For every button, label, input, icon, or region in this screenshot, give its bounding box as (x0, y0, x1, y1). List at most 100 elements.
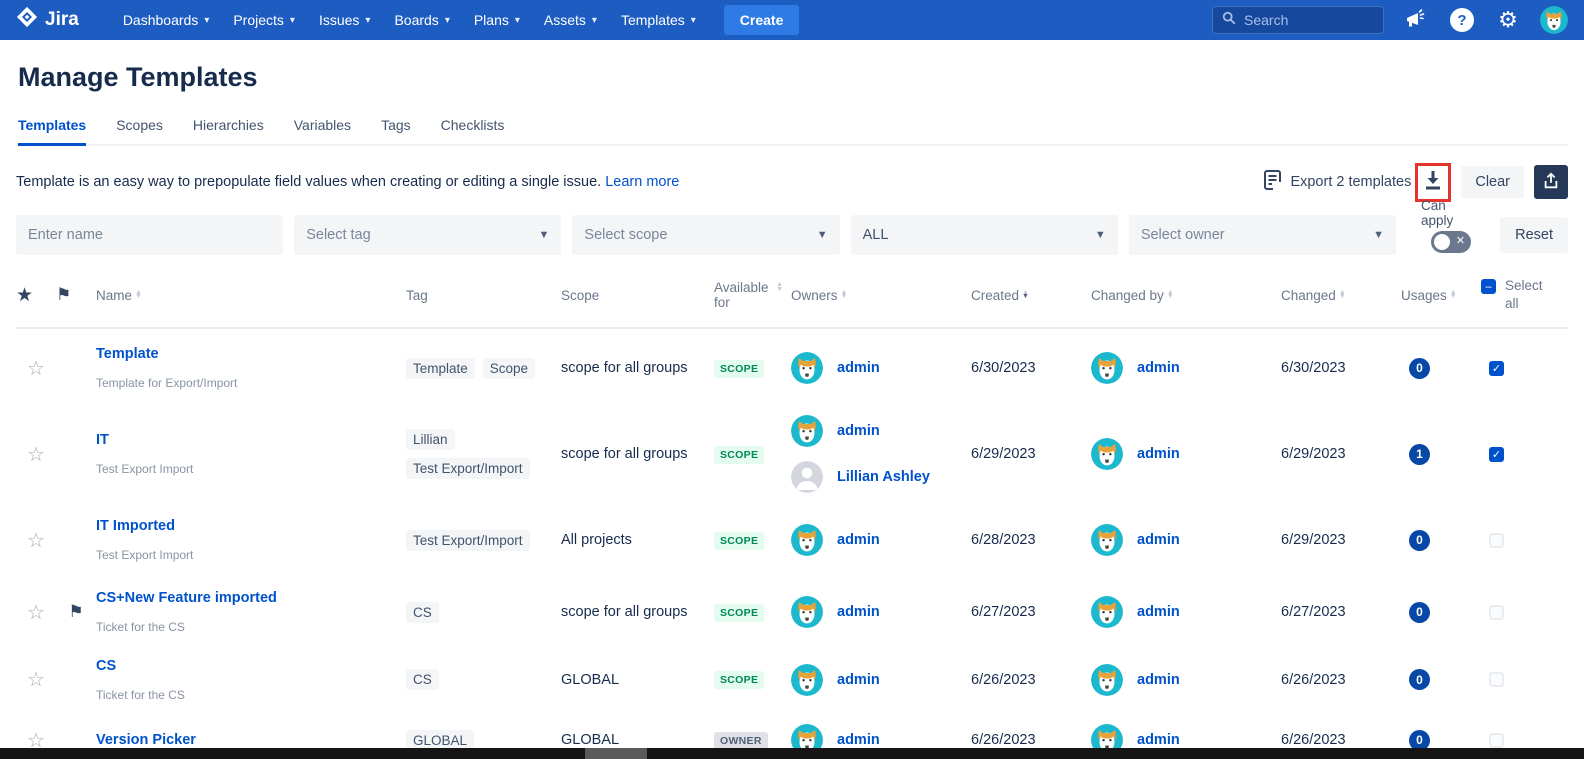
owner-link[interactable]: admin (837, 532, 880, 548)
changed-by-link[interactable]: admin (1137, 732, 1180, 748)
template-name-link[interactable]: CS (96, 658, 406, 674)
download-icon[interactable] (1423, 169, 1443, 196)
favorite-star-icon[interactable]: ☆ (16, 600, 56, 625)
header-usages[interactable]: Usages ▲▼ (1401, 288, 1481, 303)
table-row: ☆ IT Imported Test Export Import Test Ex… (16, 501, 1568, 579)
row-checkbox[interactable] (1489, 672, 1504, 687)
dog-avatar (1091, 352, 1123, 384)
usages-cell: 0 (1401, 358, 1481, 379)
owner-link[interactable]: admin (837, 604, 880, 620)
scope-cell: All projects (561, 532, 714, 548)
available-for-cell: SCOPE (714, 531, 791, 550)
owner-filter-select[interactable]: Select owner ▼ (1129, 215, 1396, 255)
scrollbar-thumb[interactable] (585, 748, 647, 759)
chevron-down-icon: ▼ (1095, 229, 1106, 241)
learn-more-link[interactable]: Learn more (605, 174, 679, 190)
template-name-link[interactable]: IT (96, 432, 406, 448)
settings-gear-icon[interactable]: ⚙ (1494, 6, 1522, 34)
changed-by-link[interactable]: admin (1137, 446, 1180, 462)
owner-link[interactable]: Lillian Ashley (837, 469, 930, 485)
scope-filter-select[interactable]: Select scope ▼ (572, 215, 839, 255)
row-checkbox[interactable]: ✓ (1489, 447, 1504, 462)
nav-item-boards[interactable]: Boards ▾ (382, 0, 461, 40)
row-checkbox[interactable] (1489, 733, 1504, 748)
header-changed[interactable]: Changed ▲▼ (1281, 288, 1401, 303)
global-search[interactable] (1212, 6, 1384, 34)
changed-by-link[interactable]: admin (1137, 360, 1180, 376)
select-all-checkbox[interactable]: – (1481, 279, 1496, 294)
usages-count-badge[interactable]: 0 (1409, 530, 1430, 551)
header-changed-by[interactable]: Changed by ▲▼ (1091, 288, 1281, 303)
row-checkbox[interactable]: ✓ (1489, 361, 1504, 376)
chevron-down-icon: ▾ (445, 15, 450, 26)
template-name-link[interactable]: Version Picker (96, 732, 406, 748)
changed-by-link[interactable]: admin (1137, 532, 1180, 548)
usages-count-badge[interactable]: 1 (1409, 444, 1430, 465)
flag-header-icon[interactable]: ⚑ (56, 285, 96, 305)
favorite-star-header-icon[interactable]: ★ (16, 284, 56, 307)
nav-item-issues[interactable]: Issues ▾ (307, 0, 383, 40)
tag-chip: Test Export/Import (406, 458, 530, 479)
template-name-link[interactable]: Template (96, 346, 406, 362)
tab-hierarchies[interactable]: Hierarchies (193, 111, 264, 146)
clear-button[interactable]: Clear (1461, 166, 1524, 198)
nav-item-plans[interactable]: Plans ▾ (462, 0, 532, 40)
search-icon (1222, 11, 1236, 30)
dog-avatar (791, 664, 823, 696)
owner-entry: admin (791, 664, 971, 696)
reset-button[interactable]: Reset (1500, 217, 1568, 253)
jira-brand[interactable]: Jira (16, 6, 79, 34)
row-checkbox[interactable] (1489, 533, 1504, 548)
chevron-down-icon: ▼ (817, 229, 828, 241)
usages-count-badge[interactable]: 0 (1409, 358, 1430, 379)
header-available-for[interactable]: Available for ▲▼ (714, 280, 791, 310)
owner-link[interactable]: admin (837, 423, 880, 439)
header-name[interactable]: Name ▲▼ (96, 288, 406, 303)
owners-cell: admin (791, 656, 971, 704)
tag-filter-select[interactable]: Select tag ▼ (294, 215, 561, 255)
favorite-star-icon[interactable]: ☆ (16, 356, 56, 381)
tag-chip: Scope (483, 358, 535, 379)
tab-scopes[interactable]: Scopes (116, 111, 163, 146)
nav-item-dashboards[interactable]: Dashboards ▾ (111, 0, 222, 40)
changed-by-link[interactable]: admin (1137, 604, 1180, 620)
owner-link[interactable]: admin (837, 732, 880, 748)
primary-nav: Dashboards ▾Projects ▾Issues ▾Boards ▾Pl… (111, 0, 708, 40)
share-export-button[interactable] (1534, 165, 1568, 199)
usages-count-badge[interactable]: 0 (1409, 602, 1430, 623)
create-button[interactable]: Create (724, 5, 800, 35)
template-name-link[interactable]: CS+New Feature imported (96, 590, 406, 606)
favorite-star-icon[interactable]: ☆ (16, 667, 56, 692)
header-owners[interactable]: Owners ▲▼ (791, 288, 971, 303)
horizontal-scrollbar[interactable] (0, 748, 1584, 759)
announcements-icon[interactable] (1402, 6, 1430, 34)
name-filter-input[interactable] (16, 215, 283, 255)
nav-item-projects[interactable]: Projects ▾ (221, 0, 307, 40)
nav-item-templates[interactable]: Templates ▾ (609, 0, 708, 40)
tags-cell: CS (406, 602, 561, 623)
tab-templates[interactable]: Templates (18, 111, 86, 146)
tab-checklists[interactable]: Checklists (441, 111, 505, 146)
usages-count-badge[interactable]: 0 (1409, 669, 1430, 690)
sort-icon: ▲▼ (1167, 291, 1174, 300)
nav-item-assets[interactable]: Assets ▾ (532, 0, 609, 40)
favorite-star-icon[interactable]: ☆ (16, 442, 56, 467)
can-apply-toggle[interactable]: ✕ (1431, 231, 1471, 253)
changed-by-cell: admin (1091, 352, 1281, 384)
row-checkbox[interactable] (1489, 605, 1504, 620)
chevron-down-icon: ▼ (539, 229, 550, 241)
tab-variables[interactable]: Variables (294, 111, 351, 146)
template-name-link[interactable]: IT Imported (96, 518, 406, 534)
changed-by-link[interactable]: admin (1137, 672, 1180, 688)
tab-tags[interactable]: Tags (381, 111, 411, 146)
help-icon[interactable]: ? (1448, 6, 1476, 34)
favorite-star-icon[interactable]: ☆ (16, 528, 56, 553)
search-input[interactable] (1244, 12, 1364, 28)
owner-link[interactable]: admin (837, 672, 880, 688)
user-avatar[interactable] (1540, 6, 1568, 34)
export-templates-button[interactable]: Export 2 templates (1264, 170, 1411, 194)
header-created[interactable]: Created ▲▼ (971, 288, 1091, 303)
owner-link[interactable]: admin (837, 360, 880, 376)
project-filter-select[interactable]: ALL ▼ (851, 215, 1118, 255)
flag-icon[interactable]: ⚑ (56, 602, 96, 622)
